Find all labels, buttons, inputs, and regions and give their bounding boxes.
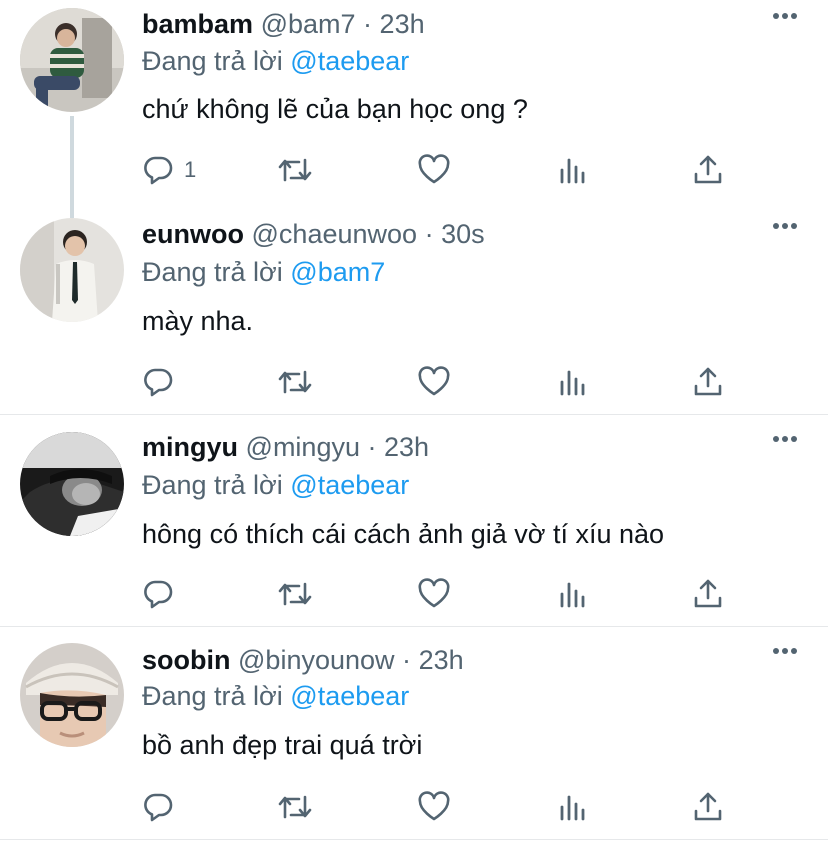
retweet-icon [278,158,312,182]
avatar-photo-icon [20,8,124,112]
timestamp[interactable]: 23h [419,645,464,675]
separator-dot: · [367,432,377,462]
retweet-icon [278,582,312,606]
share-icon [694,155,722,184]
display-name[interactable]: eunwoo [142,219,244,249]
replying-to: Đang trả lời @taebear [142,468,409,502]
tweet-header: eunwoo @chaeunwoo · 30s [142,217,485,251]
more-icon[interactable] [772,220,798,232]
retweet-button[interactable] [276,572,314,616]
mention-link[interactable]: @taebear [290,681,409,711]
display-name[interactable]: bambam [142,9,253,39]
avatar[interactable] [20,218,124,322]
tweet-actions [140,360,740,404]
tweet-text: mày nha. [142,306,254,336]
more-icon[interactable] [772,10,798,22]
reply-icon [144,580,173,609]
reply-thread: bambam @bam7 · 23h Đang trả lời @taebear… [0,0,828,840]
share-button[interactable] [690,785,726,829]
like-button[interactable] [416,360,452,404]
replying-to-label: Đang trả lời [142,470,283,500]
retweet-button[interactable] [276,360,314,404]
replying-to: Đang trả lời @taebear [142,44,409,78]
share-button[interactable] [690,360,726,404]
analytics-button[interactable] [554,148,590,192]
user-handle[interactable]: @mingyu [246,432,360,462]
tweet-header: soobin @binyounow · 23h [142,643,464,677]
share-icon [694,792,722,821]
retweet-button[interactable] [276,785,314,829]
tweet-actions [140,572,740,616]
tweet[interactable]: mingyu @mingyu · 23h Đang trả lời @taebe… [0,415,828,627]
avatar-photo-icon [20,432,124,536]
heart-icon [418,791,450,821]
tweet[interactable]: eunwoo @chaeunwoo · 30s Đang trả lời @ba… [0,203,828,415]
retweet-button[interactable] [276,148,314,192]
reply-button[interactable]: 1 [140,148,196,192]
retweet-icon [278,370,312,394]
user-handle[interactable]: @chaeunwoo [252,219,418,249]
tweet-actions: 1 [140,148,740,192]
reply-icon [144,156,173,185]
reply-button[interactable] [140,785,184,829]
replying-to-label: Đang trả lời [142,257,283,287]
tweet-text: hông có thích cái cách ảnh giả vờ tí xíu… [142,519,665,549]
tweet[interactable]: bambam @bam7 · 23h Đang trả lời @taebear… [0,0,828,218]
retweet-icon [278,795,312,819]
replying-to-label: Đang trả lời [142,681,283,711]
tweet-header: bambam @bam7 · 23h [142,7,425,41]
avatar[interactable] [20,8,124,112]
share-button[interactable] [690,148,726,192]
share-button[interactable] [690,572,726,616]
reply-button[interactable] [140,360,184,404]
separator-dot: · [402,645,412,675]
mention-link[interactable]: @taebear [290,470,409,500]
replying-to: Đang trả lời @bam7 [142,255,385,289]
analytics-button[interactable] [554,572,590,616]
share-icon [694,367,722,396]
reply-count: 1 [184,157,197,182]
timestamp[interactable]: 23h [380,9,425,39]
avatar[interactable] [20,432,124,536]
analytics-icon [560,158,585,184]
analytics-button[interactable] [554,360,590,404]
display-name[interactable]: mingyu [142,432,238,462]
separator-dot: · [424,219,434,249]
share-icon [694,579,722,608]
user-handle[interactable]: @bam7 [261,9,356,39]
replying-to: Đang trả lời @taebear [142,679,409,713]
analytics-icon [560,582,585,608]
tweet-actions [140,785,740,829]
tweet-header: mingyu @mingyu · 23h [142,430,429,464]
tweet-text: bồ anh đẹp trai quá trời [142,730,423,760]
display-name[interactable]: soobin [142,645,231,675]
analytics-icon [560,795,585,821]
heart-icon [418,366,450,396]
user-handle[interactable]: @binyounow [238,645,395,675]
like-button[interactable] [416,785,452,829]
timestamp[interactable]: 23h [384,432,429,462]
analytics-icon [560,370,585,396]
more-icon[interactable] [772,433,798,445]
mention-link[interactable]: @bam7 [290,257,385,287]
avatar[interactable] [20,643,124,747]
replying-to-label: Đang trả lời [142,46,283,76]
reply-icon [144,368,173,397]
timestamp[interactable]: 30s [441,219,485,249]
more-icon[interactable] [772,645,798,657]
like-button[interactable] [416,572,452,616]
mention-link[interactable]: @taebear [290,46,409,76]
avatar-photo-icon [20,643,124,747]
reply-icon [144,793,173,822]
tweet-text: chứ không lẽ của bạn học ong ? [142,94,528,124]
heart-icon [418,154,450,184]
heart-icon [418,578,450,608]
tweet[interactable]: soobin @binyounow · 23h Đang trả lời @ta… [0,627,828,840]
avatar-photo-icon [20,218,124,322]
reply-button[interactable] [140,572,184,616]
like-button[interactable] [416,148,452,192]
analytics-button[interactable] [554,785,590,829]
separator-dot: · [363,9,373,39]
